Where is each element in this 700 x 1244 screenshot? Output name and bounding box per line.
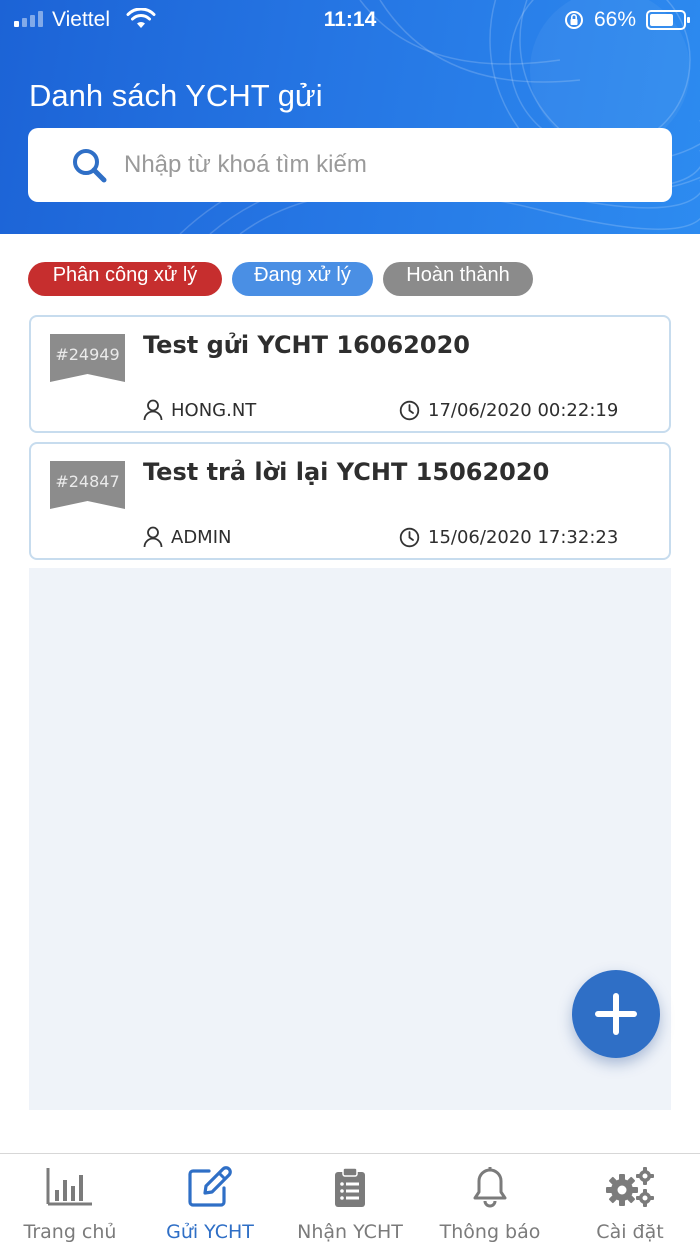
battery-icon <box>646 10 690 30</box>
edit-icon <box>188 1166 232 1207</box>
plus-icon <box>595 993 637 1035</box>
nav-label-notifications: Thông báo <box>439 1221 541 1243</box>
request-title: Test gửi YCHT 16062020 <box>143 331 470 359</box>
status-bar: Viettel 11:14 66% <box>0 0 700 40</box>
search-icon[interactable] <box>72 148 108 184</box>
gears-icon <box>606 1167 654 1207</box>
ticket-badge: #24847 <box>50 461 125 509</box>
chip-processing-label: Đang xử lý <box>254 264 351 286</box>
nav-label-send: Gửi YCHT <box>166 1221 254 1243</box>
ticket-badge: #24949 <box>50 334 125 382</box>
request-title: Test trả lời lại YCHT 15062020 <box>143 458 550 486</box>
nav-label-home: Trang chủ <box>23 1221 117 1243</box>
request-user: HONG.NT <box>143 398 256 422</box>
ticket-id: #24949 <box>55 345 120 364</box>
user-icon <box>143 526 163 548</box>
nav-item-receive[interactable]: Nhận YCHT <box>280 1154 420 1244</box>
nav-item-send[interactable]: Gửi YCHT <box>140 1154 280 1244</box>
request-time: 17/06/2020 00:22:19 <box>399 398 618 422</box>
ticket-id: #24847 <box>55 472 120 491</box>
request-timestamp: 17/06/2020 00:22:19 <box>428 399 619 421</box>
nav-item-settings[interactable]: Cài đặt <box>560 1154 700 1244</box>
chip-assigned-label: Phân công xử lý <box>52 264 198 286</box>
search-input[interactable] <box>124 146 604 184</box>
page-title: Danh sách YCHT gửi <box>29 78 323 113</box>
rotation-lock-icon <box>565 11 583 29</box>
clipboard-icon <box>335 1167 365 1207</box>
bell-icon <box>473 1167 507 1208</box>
clock-icon <box>399 527 420 547</box>
request-user: ADMIN <box>143 525 231 549</box>
request-user-name: HONG.NT <box>171 399 257 421</box>
battery-percent: 66% <box>594 8 637 31</box>
clock-icon <box>399 400 420 420</box>
nav-item-home[interactable]: Trang chủ <box>0 1154 140 1244</box>
request-time: 15/06/2020 17:32:23 <box>399 525 618 549</box>
chip-completed[interactable]: Hoàn thành <box>383 262 533 296</box>
nav-label-receive: Nhận YCHT <box>297 1221 403 1243</box>
request-timestamp: 15/06/2020 17:32:23 <box>428 526 619 548</box>
user-icon <box>143 399 163 421</box>
request-user-name: ADMIN <box>171 526 232 548</box>
nav-item-notifications[interactable]: Thông báo <box>420 1154 560 1244</box>
search-box <box>28 128 672 202</box>
chip-completed-label: Hoàn thành <box>406 264 510 286</box>
header: Viettel 11:14 66% Danh sách YCHT gửi <box>0 0 700 234</box>
screen: Viettel 11:14 66% Danh sách YCHT gửi Nhậ… <box>0 0 700 1244</box>
bottom-nav: Trang chủ Gửi YCHT Nhận YCHT Thông báo C… <box>0 1153 700 1244</box>
bar-chart-icon <box>46 1168 92 1206</box>
chip-processing[interactable]: Đang xử lý <box>232 262 373 296</box>
request-card[interactable]: #24949 Test gửi YCHT 16062020 HONG.NT 17… <box>29 315 671 433</box>
nav-label-settings: Cài đặt <box>596 1221 664 1243</box>
request-card[interactable]: #24847 Test trả lời lại YCHT 15062020 AD… <box>29 442 671 560</box>
chip-assigned[interactable]: Phân công xử lý <box>28 262 222 296</box>
add-request-button[interactable] <box>572 970 660 1058</box>
